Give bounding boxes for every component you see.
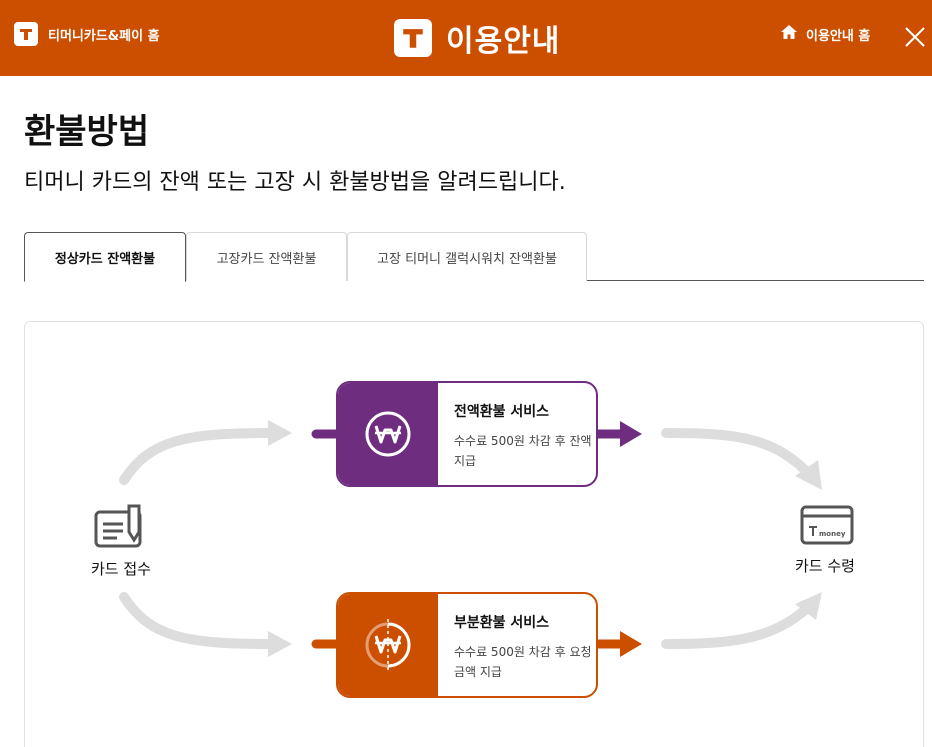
half-won-coin-icon	[365, 619, 411, 671]
tmoney-card-icon: money	[800, 505, 854, 545]
start-node-label: 카드 접수	[91, 560, 151, 578]
full-refund-title: 전액환불 서비스	[454, 404, 550, 420]
card-receipt-icon	[93, 502, 151, 548]
partial-refund-title: 부분환불 서비스	[454, 615, 550, 631]
full-refund-icon-area	[338, 383, 438, 485]
tab-normal-card-refund[interactable]: 정상카드 잔액환불	[24, 232, 186, 282]
full-refund-desc: 수수료 500원 차감 후 잔액 지급	[454, 434, 592, 468]
tab-label: 정상카드 잔액환불	[54, 251, 156, 267]
won-coin-icon	[365, 411, 411, 457]
arrow-start-to-full	[119, 428, 275, 485]
arrow-start-to-partial	[119, 592, 275, 649]
partial-refund-icon-area	[338, 594, 438, 696]
partial-refund-text: 부분환불 서비스 수수료 500원 차감 후 요청 금액 지급	[438, 594, 594, 696]
arrow-full-to-end	[661, 428, 810, 475]
card-logo-text: money	[819, 530, 846, 538]
full-refund-text: 전액환불 서비스 수수료 500원 차감 후 잔액 지급	[438, 383, 594, 485]
partial-refund-service-card: 부분환불 서비스 수수료 500원 차감 후 요청 금액 지급	[336, 592, 598, 698]
partial-refund-desc: 수수료 500원 차감 후 요청 금액 지급	[454, 645, 592, 679]
end-node-label: 카드 수령	[795, 557, 855, 575]
arrow-partial-to-end	[661, 605, 810, 649]
full-refund-service-card: 전액환불 서비스 수수료 500원 차감 후 잔액 지급	[336, 381, 598, 487]
